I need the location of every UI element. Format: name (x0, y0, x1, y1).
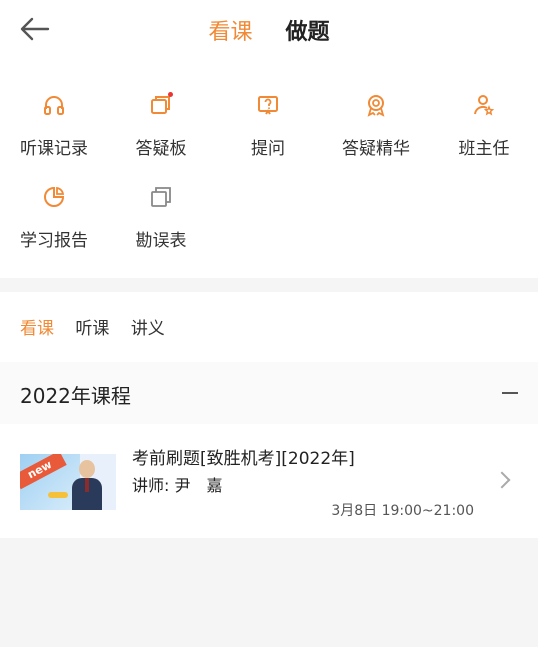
grid-item-errata[interactable]: 勘误表 (107, 184, 215, 251)
subtab-handout[interactable]: 讲义 (131, 319, 165, 339)
grid-item-label: 班主任 (458, 139, 510, 159)
collapse-icon[interactable] (502, 392, 518, 394)
course-item[interactable]: new 考前刷题[致胜机考][2022年] 讲师: 尹 嘉 3月8日 19:00… (0, 438, 538, 534)
grid-item-label: 答疑精华 (342, 139, 410, 159)
grid-item-label: 答疑板 (135, 139, 187, 159)
thumbnail-band (48, 492, 68, 498)
course-title: 考前刷题[致胜机考][2022年] (132, 449, 355, 469)
top-tabs: 看课 做题 (0, 14, 538, 46)
chevron-right-icon[interactable] (493, 471, 511, 489)
board-icon-wrap (148, 92, 174, 118)
teacher-photo (72, 460, 102, 510)
errata-icon (151, 187, 171, 207)
top-panel: 看课 做题 听课记录 答疑板 提问 答疑精华 班主任 学习报告 勘误表 (0, 0, 538, 278)
course-time: 3月8日 19:00~21:00 (331, 503, 474, 519)
notification-dot (168, 92, 173, 97)
grid-item-label: 听课记录 (20, 139, 88, 159)
teacher-photo-head (79, 460, 95, 478)
grid-item-label: 学习报告 (20, 231, 88, 251)
teacher-photo-tie (85, 478, 89, 492)
grid-item-class-teacher[interactable]: 班主任 (430, 92, 538, 159)
sub-tabs: 看课 听课 讲义 (20, 314, 181, 339)
course-panel: 看课 听课 讲义 2022年课程 new 考前刷题[致胜机考][2022年] 讲… (0, 292, 538, 538)
teacher-icon (474, 95, 495, 116)
year-section-header[interactable]: 2022年课程 (0, 362, 538, 424)
question-icon (258, 96, 278, 115)
tab-watch[interactable]: 看课 (208, 14, 252, 46)
course-thumbnail: new (20, 454, 116, 510)
section-title: 2022年课程 (20, 384, 131, 408)
grid-item-study-report[interactable]: 学习报告 (0, 184, 108, 251)
grid-item-ask[interactable]: 提问 (214, 92, 322, 159)
tab-practice[interactable]: 做题 (286, 14, 330, 46)
report-icon (44, 186, 65, 207)
grid-item-qa-board[interactable]: 答疑板 (107, 92, 215, 159)
grid-item-qa-highlights[interactable]: 答疑精华 (322, 92, 430, 159)
course-teacher: 讲师: 尹 嘉 (132, 476, 223, 495)
grid-item-listen-record[interactable]: 听课记录 (0, 92, 108, 159)
subtab-listen[interactable]: 听课 (75, 319, 109, 339)
headphones-icon (44, 96, 64, 115)
subtab-watch[interactable]: 看课 (20, 319, 54, 339)
grid-item-label: 勘误表 (135, 231, 187, 251)
award-icon (367, 95, 385, 117)
grid-item-label: 提问 (251, 139, 285, 159)
